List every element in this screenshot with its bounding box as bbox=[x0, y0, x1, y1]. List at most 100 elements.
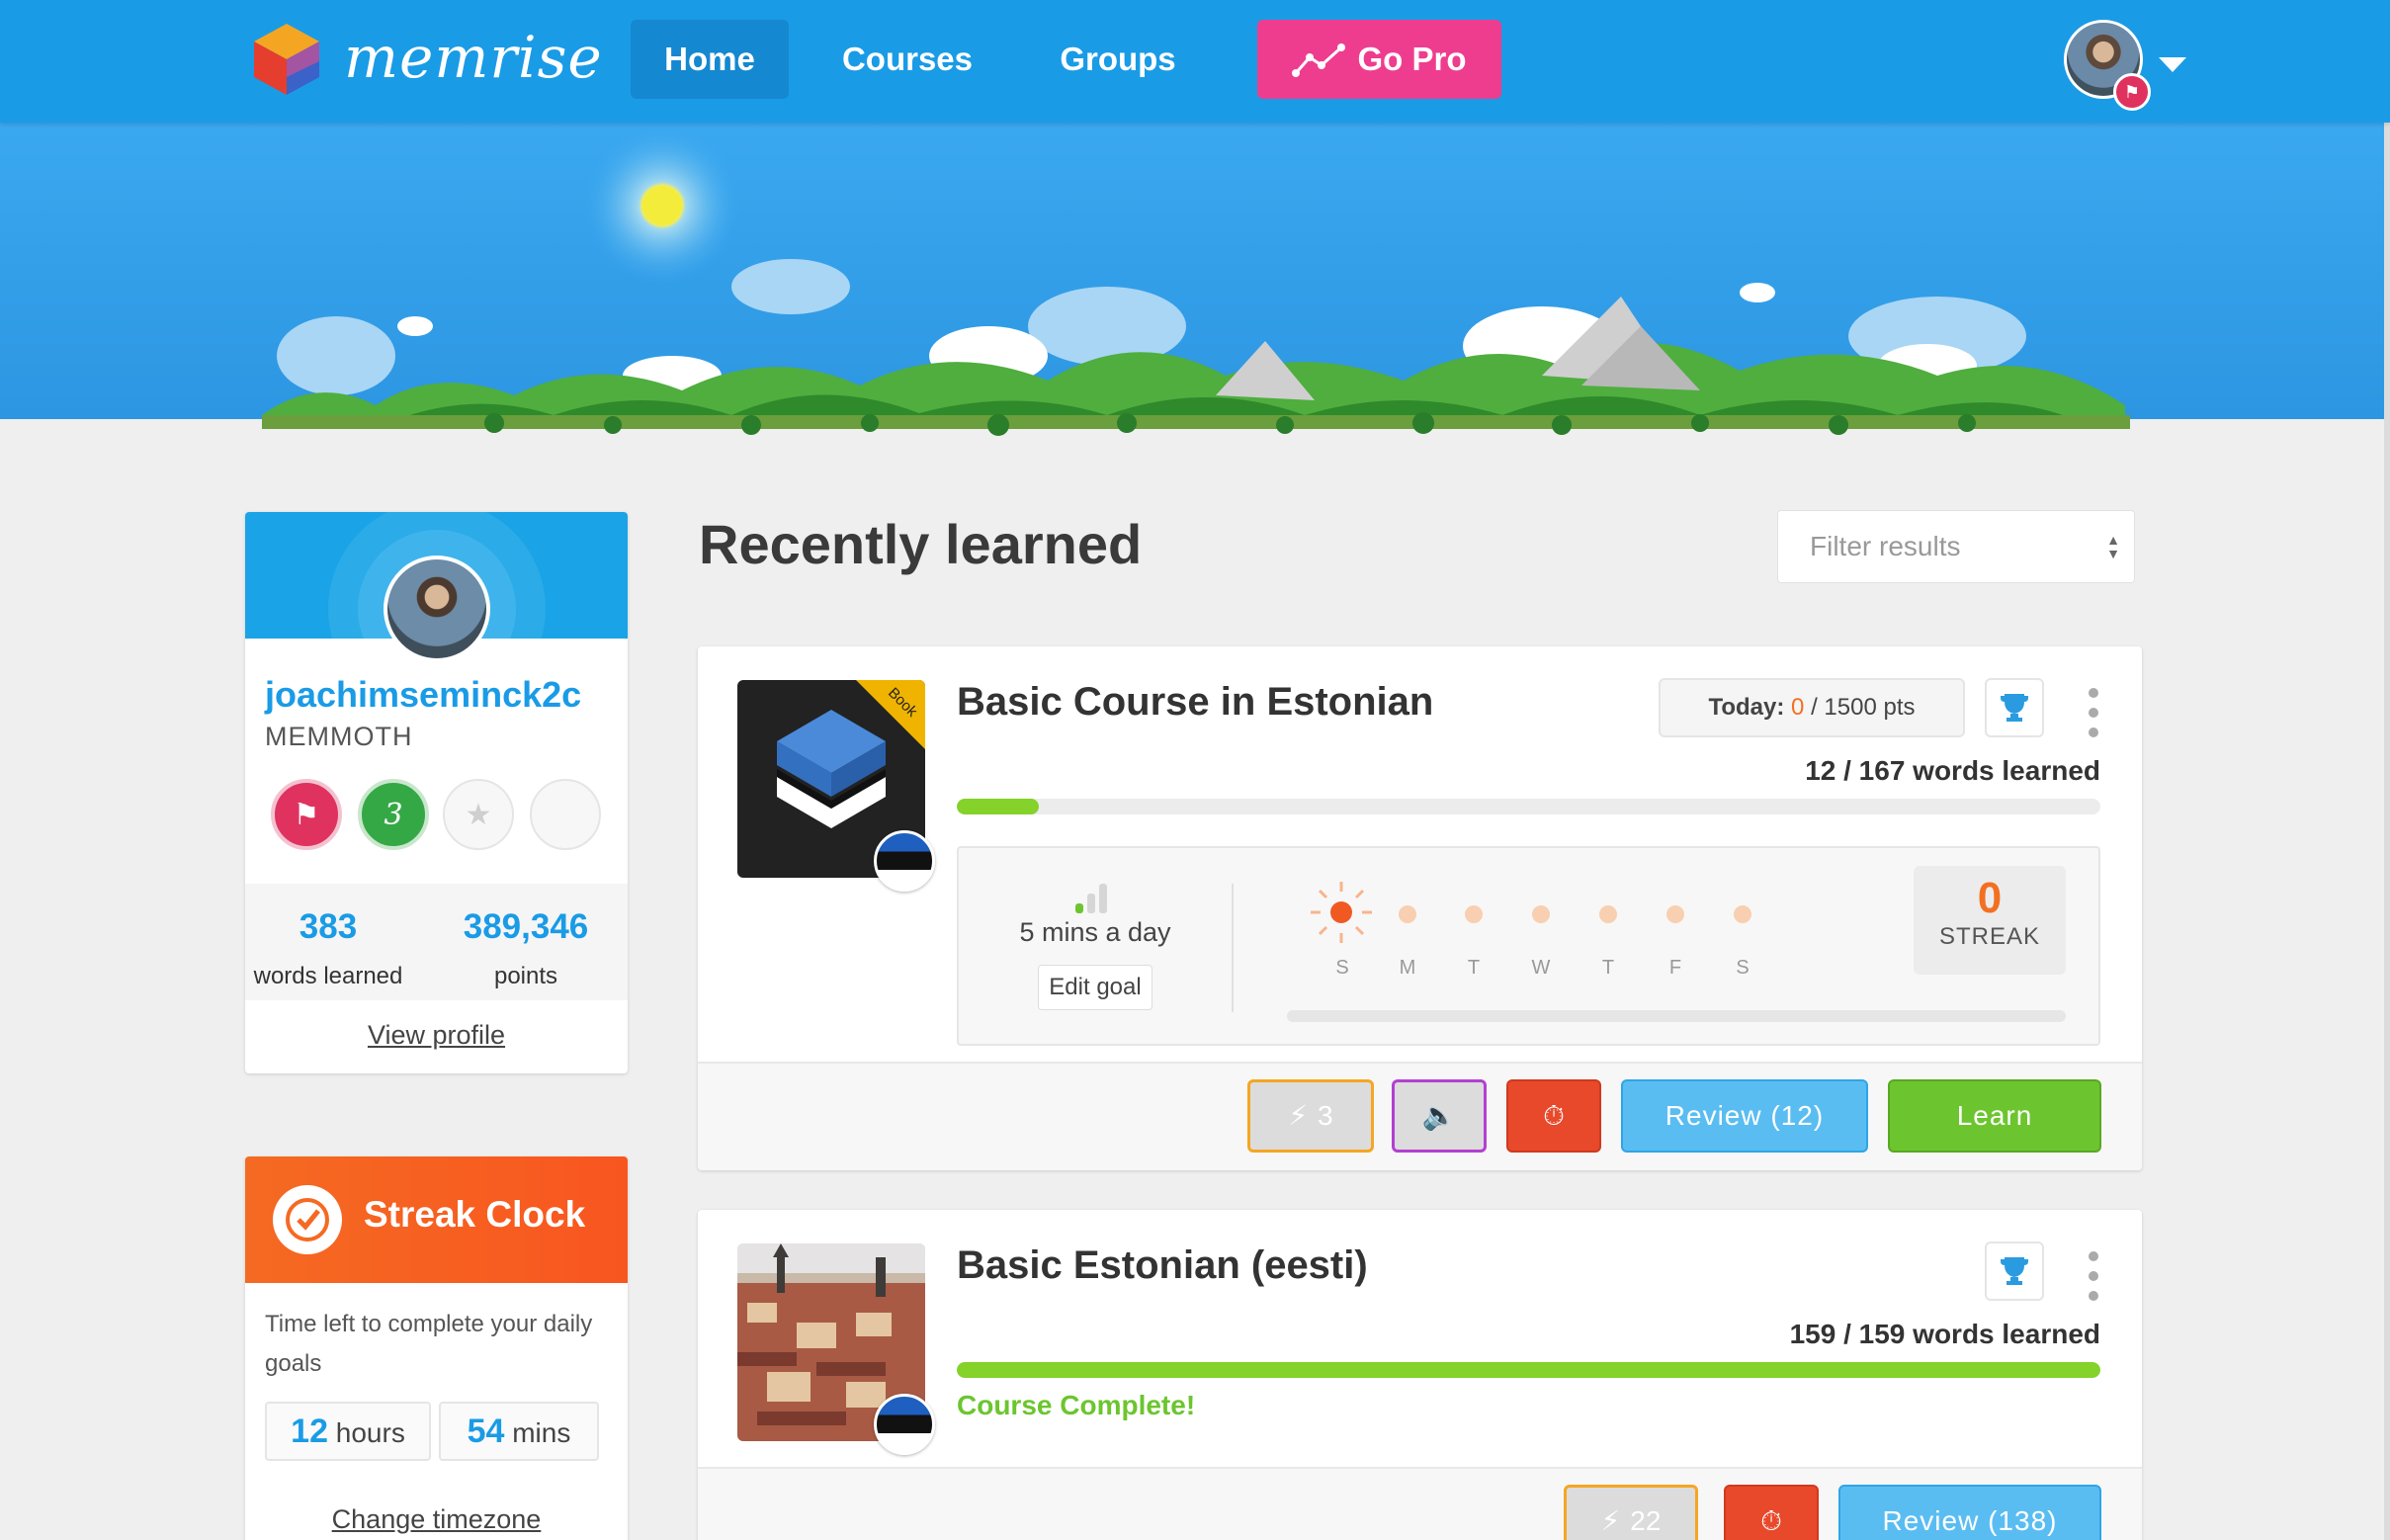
mins-label: mins bbox=[512, 1417, 571, 1448]
change-timezone-link[interactable]: Change timezone bbox=[245, 1504, 628, 1535]
profile-rank: MEMMOTH bbox=[265, 722, 413, 751]
streak-clock-header: Streak Clock bbox=[245, 1156, 628, 1283]
edit-goal-button[interactable]: Edit goal bbox=[1038, 965, 1152, 1010]
landscape-illustration bbox=[262, 127, 2130, 436]
day-dot bbox=[1599, 905, 1617, 923]
course-complete-label: Course Complete! bbox=[957, 1390, 1196, 1420]
top-navbar: memrise Home Courses Groups Go Pro ⚑ bbox=[0, 0, 2390, 123]
points-value: 389,346 bbox=[463, 907, 589, 946]
go-pro-label: Go Pro bbox=[1357, 41, 1467, 77]
course-progress-bar bbox=[957, 799, 2100, 814]
course-actions: ⚡ 22 ⏱ Review (138) bbox=[698, 1467, 2142, 1540]
select-arrows-icon: ▲ ▼ bbox=[2106, 532, 2120, 561]
empty-badge-icon[interactable] bbox=[530, 779, 601, 850]
view-profile-link[interactable]: View profile bbox=[245, 1020, 628, 1051]
mins-remaining: 54 mins bbox=[439, 1402, 599, 1461]
course-card: Basic Estonian (eesti) 159 / 159 words l… bbox=[698, 1210, 2142, 1540]
day-label: T bbox=[1601, 957, 1615, 979]
profile-stats: 383 words learned 389,346 points bbox=[245, 884, 628, 1000]
course-progress-fill bbox=[957, 1362, 2100, 1378]
week-progress-bar bbox=[1287, 1010, 2066, 1022]
speed-review-count: 22 bbox=[1630, 1505, 1662, 1536]
profile-avatar[interactable] bbox=[384, 556, 490, 662]
day-dot bbox=[1734, 905, 1751, 923]
more-options-icon[interactable] bbox=[2084, 1251, 2103, 1301]
difficult-words-button[interactable]: ⏱ bbox=[1724, 1485, 1819, 1540]
words-learned-value: 383 bbox=[299, 907, 358, 946]
streak-value: 0 bbox=[1977, 874, 2003, 922]
star-badge-icon[interactable]: ★ bbox=[443, 779, 514, 850]
chart-trend-icon bbox=[1292, 43, 1346, 77]
rank-badge-icon: ⚑ bbox=[2113, 73, 2151, 111]
filter-select[interactable]: Filter results ▲ ▼ bbox=[1777, 510, 2135, 583]
words-learned-label: words learned bbox=[253, 963, 403, 989]
day-dot bbox=[1399, 905, 1416, 923]
learn-button[interactable]: Learn bbox=[1888, 1079, 2101, 1153]
review-button[interactable]: Review (12) bbox=[1621, 1079, 1868, 1153]
streak-clock-title: Streak Clock bbox=[364, 1194, 586, 1235]
hours-label: hours bbox=[335, 1417, 405, 1448]
day-label: T bbox=[1467, 957, 1481, 979]
filter-placeholder: Filter results bbox=[1810, 531, 1961, 561]
day-dot bbox=[1465, 905, 1483, 923]
daily-goal-panel: 5 mins a day Edit goal S M T W T F S 0 S… bbox=[957, 846, 2100, 1046]
mins-value: 54 bbox=[467, 1412, 505, 1450]
page-scroll-edge bbox=[2384, 0, 2390, 1540]
nav-courses[interactable]: Courses bbox=[825, 20, 989, 99]
today-value: 0 bbox=[1791, 694, 1805, 721]
today-points: Today: 0 / 1500 pts bbox=[1659, 678, 1965, 737]
day-label: S bbox=[1335, 957, 1349, 979]
day-dot bbox=[1666, 905, 1684, 923]
today-label: Today: bbox=[1708, 694, 1785, 721]
difficult-words-button[interactable]: ⏱ bbox=[1506, 1079, 1601, 1153]
mammoth-badge-icon[interactable]: ⚑ bbox=[271, 779, 342, 850]
day-label: W bbox=[1531, 957, 1551, 979]
words-learned-count: 159 / 159 words learned bbox=[1789, 1319, 2100, 1349]
stopwatch-icon: ⏱ bbox=[1760, 1505, 1782, 1536]
today-target: / 1500 pts bbox=[1811, 694, 1916, 721]
day-label: S bbox=[1736, 957, 1750, 979]
course-progress-bar bbox=[957, 1362, 2100, 1378]
clock-check-icon bbox=[273, 1185, 342, 1254]
points-label: points bbox=[493, 963, 558, 989]
streak-clock-description: Time left to complete your daily goals bbox=[265, 1311, 593, 1377]
nav-groups[interactable]: Groups bbox=[1045, 20, 1191, 99]
go-pro-button[interactable]: Go Pro bbox=[1257, 20, 1501, 99]
speed-review-button[interactable]: ⚡ 22 bbox=[1564, 1485, 1698, 1540]
course-title[interactable]: Basic Estonian (eesti) bbox=[957, 1243, 1368, 1288]
words-learned-count: 12 / 167 words learned bbox=[1805, 755, 2100, 786]
logo-text[interactable]: memrise bbox=[344, 24, 603, 91]
streak-clock-card: Streak Clock Time left to complete your … bbox=[245, 1156, 628, 1540]
user-menu-caret-icon[interactable] bbox=[2159, 57, 2186, 72]
level-badge-icon[interactable]: 3 bbox=[358, 779, 429, 850]
streak-counter: 0 STREAK bbox=[1914, 866, 2066, 975]
course-title[interactable]: Basic Course in Estonian bbox=[957, 680, 1433, 725]
course-actions: ⚡ 3 🔈 ⏱ Review (12) Learn bbox=[698, 1062, 2142, 1170]
more-options-icon[interactable] bbox=[2084, 688, 2103, 737]
hours-value: 12 bbox=[291, 1412, 328, 1450]
memrise-logo-icon[interactable] bbox=[252, 22, 321, 97]
hours-remaining: 12 hours bbox=[265, 1402, 431, 1461]
sun-today-icon bbox=[1311, 882, 1372, 943]
profile-card: joachimseminck2c MEMMOTH ⚑ 3 ★ 383 words… bbox=[245, 512, 628, 1073]
goal-level-icon bbox=[1075, 884, 1107, 913]
trophy-icon[interactable] bbox=[1985, 678, 2044, 737]
profile-username[interactable]: joachimseminck2c bbox=[265, 674, 581, 716]
page-title: Recently learned bbox=[699, 513, 1143, 575]
trophy-icon[interactable] bbox=[1985, 1241, 2044, 1301]
streak-label: STREAK bbox=[1938, 923, 2041, 950]
estonian-flag-icon bbox=[874, 830, 935, 892]
lightning-icon: ⚡ bbox=[1600, 1505, 1621, 1536]
speed-review-button[interactable]: ⚡ 3 bbox=[1247, 1079, 1374, 1153]
level-badge-number: 3 bbox=[384, 797, 403, 832]
review-button[interactable]: Review (138) bbox=[1838, 1485, 2101, 1540]
stopwatch-icon: ⏱ bbox=[1543, 1100, 1565, 1131]
goal-text: 5 mins a day bbox=[1019, 917, 1171, 947]
day-dot bbox=[1532, 905, 1550, 923]
speed-review-count: 3 bbox=[1318, 1100, 1333, 1131]
estonian-flag-icon bbox=[874, 1394, 935, 1455]
nav-home[interactable]: Home bbox=[631, 20, 789, 99]
course-progress-fill bbox=[957, 799, 1040, 814]
listening-skills-button[interactable]: 🔈 bbox=[1392, 1079, 1487, 1153]
lightning-icon: ⚡ bbox=[1288, 1100, 1309, 1131]
